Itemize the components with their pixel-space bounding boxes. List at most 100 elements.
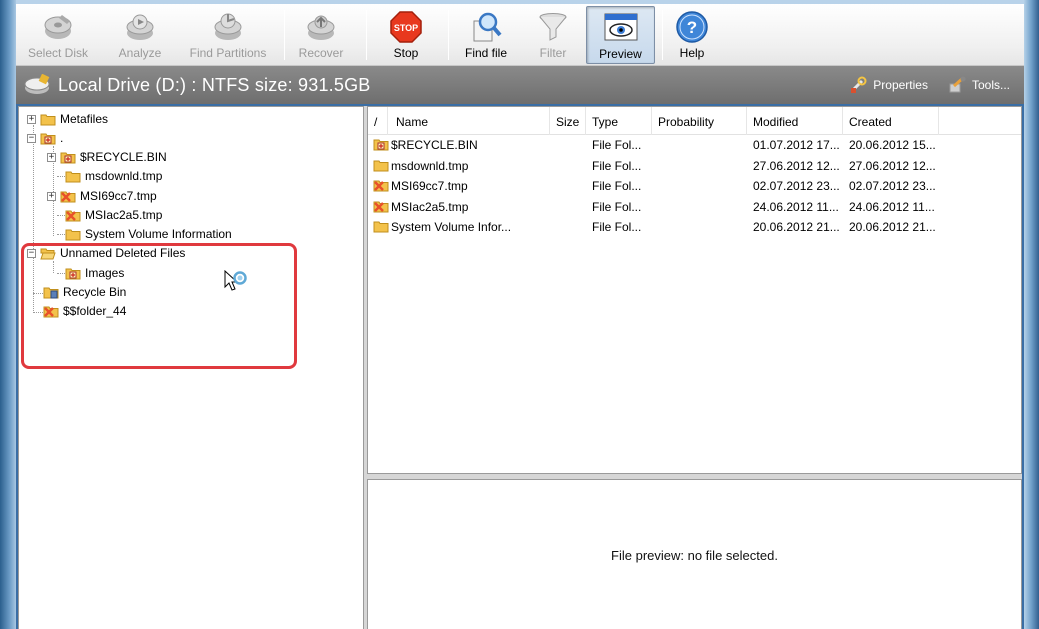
recover-button[interactable]: Recover bbox=[288, 6, 354, 64]
folder-icon bbox=[65, 169, 81, 183]
file-name: $RECYCLE.BIN bbox=[391, 138, 478, 152]
properties-button[interactable]: Properties bbox=[849, 76, 928, 94]
file-created: 20.06.2012 21... bbox=[849, 220, 936, 234]
folder-star-icon bbox=[40, 131, 56, 145]
properties-label: Properties bbox=[873, 78, 928, 92]
disk-icon bbox=[40, 10, 76, 44]
window-frame-left bbox=[0, 0, 16, 629]
toolbar: Select Disk Analyze Find Partitions Reco… bbox=[16, 4, 1024, 66]
toolbar-separator bbox=[366, 10, 367, 60]
column-header-modified[interactable]: Modified bbox=[747, 107, 843, 135]
drive-header: Local Drive (D:) : NTFS size: 931.5GB Pr… bbox=[16, 66, 1024, 104]
window-frame-right bbox=[1024, 0, 1039, 629]
tree-item-recycle-bin-folder[interactable]: + $RECYCLE.BIN bbox=[47, 148, 167, 166]
tree-item-msiac2a5[interactable]: MSIac2a5.tmp bbox=[65, 206, 162, 224]
tools-label: Tools... bbox=[971, 78, 1010, 92]
help-icon: ? bbox=[674, 10, 710, 44]
preview-message: File preview: no file selected. bbox=[611, 548, 778, 563]
help-icon-text: ? bbox=[687, 18, 697, 37]
tree-item-label: MSI69cc7.tmp bbox=[80, 189, 157, 203]
find-file-button[interactable]: Find file bbox=[452, 6, 520, 64]
file-modified: 24.06.2012 11... bbox=[753, 200, 839, 214]
file-modified: 01.07.2012 17... bbox=[753, 138, 840, 152]
file-probability bbox=[658, 156, 746, 176]
preview-label: Preview bbox=[599, 47, 642, 61]
file-type: File Fol... bbox=[592, 159, 642, 173]
file-modified: 02.07.2012 23... bbox=[753, 179, 840, 193]
file-list-header: / Name Size Type Probability Modified Cr… bbox=[368, 107, 1021, 135]
deleted-folder-icon bbox=[373, 178, 389, 198]
file-list-row[interactable]: MSI69cc7.tmp File Fol... 02.07.2012 23..… bbox=[368, 176, 1021, 196]
file-list-row[interactable]: $RECYCLE.BIN File Fol... 01.07.2012 17..… bbox=[368, 135, 1021, 155]
tools-button[interactable]: Tools... bbox=[948, 76, 1010, 94]
file-name: MSI69cc7.tmp bbox=[391, 179, 468, 193]
file-list-row[interactable]: System Volume Infor... File Fol... 20.06… bbox=[368, 217, 1021, 237]
preview-icon bbox=[603, 11, 639, 45]
tree-item-msdownld[interactable]: msdownld.tmp bbox=[65, 167, 162, 185]
toolbar-separator bbox=[284, 10, 285, 60]
select-disk-label: Select Disk bbox=[27, 46, 89, 60]
recover-label: Recover bbox=[298, 46, 344, 60]
file-created: 27.06.2012 12... bbox=[849, 159, 936, 173]
tree-item-label: msdownld.tmp bbox=[85, 169, 163, 183]
file-created: 02.07.2012 23... bbox=[849, 179, 936, 193]
highlight-annotation bbox=[21, 243, 297, 369]
column-header-name[interactable]: Name bbox=[390, 107, 550, 135]
file-list-row[interactable]: MSIac2a5.tmp File Fol... 24.06.2012 11..… bbox=[368, 197, 1021, 217]
column-header-probability[interactable]: Probability bbox=[652, 107, 747, 135]
tree-item-root[interactable]: − . bbox=[27, 129, 63, 147]
deleted-folder-icon bbox=[373, 199, 389, 219]
filter-icon bbox=[535, 10, 571, 44]
find-partitions-button[interactable]: Find Partitions bbox=[184, 6, 272, 64]
file-type: File Fol... bbox=[592, 138, 642, 152]
file-list-row[interactable]: msdownld.tmp File Fol... 27.06.2012 12..… bbox=[368, 156, 1021, 176]
file-size bbox=[554, 176, 584, 196]
file-size bbox=[554, 217, 584, 237]
file-type: File Fol... bbox=[592, 220, 642, 234]
file-size bbox=[554, 197, 584, 217]
folder-star-icon bbox=[60, 150, 76, 164]
tree-item-system-volume-information[interactable]: System Volume Information bbox=[65, 225, 232, 243]
stop-label: Stop bbox=[393, 46, 419, 60]
analyze-label: Analyze bbox=[118, 46, 162, 60]
analyze-button[interactable]: Analyze bbox=[106, 6, 174, 64]
file-probability bbox=[658, 217, 746, 237]
preview-button[interactable]: Preview bbox=[586, 6, 655, 64]
file-list[interactable]: / Name Size Type Probability Modified Cr… bbox=[367, 106, 1022, 474]
select-disk-button[interactable]: Select Disk bbox=[24, 6, 92, 64]
expand-icon[interactable]: + bbox=[47, 191, 56, 201]
file-preview-pane: File preview: no file selected. bbox=[367, 479, 1022, 629]
find-partitions-label: Find Partitions bbox=[189, 46, 267, 60]
tree-item-msi69cc7[interactable]: + MSI69cc7.tmp bbox=[47, 187, 157, 205]
collapse-icon[interactable]: − bbox=[27, 133, 36, 143]
stop-button[interactable]: STOP Stop bbox=[372, 6, 440, 64]
file-created: 24.06.2012 11... bbox=[849, 200, 935, 214]
expand-icon[interactable]: + bbox=[47, 152, 56, 162]
sort-indicator[interactable]: / bbox=[368, 107, 388, 135]
folder-icon bbox=[373, 158, 389, 178]
filter-button[interactable]: Filter bbox=[520, 6, 586, 64]
partitions-icon bbox=[210, 10, 246, 44]
deleted-folder-icon bbox=[65, 208, 81, 222]
find-file-label: Find file bbox=[464, 46, 508, 60]
toolbar-separator bbox=[662, 10, 663, 60]
column-header-created[interactable]: Created bbox=[843, 107, 939, 135]
help-button[interactable]: ? Help bbox=[666, 6, 718, 64]
column-header-size[interactable]: Size bbox=[550, 107, 586, 135]
folder-icon bbox=[40, 112, 56, 126]
stop-icon: STOP bbox=[388, 10, 424, 44]
tree-item-label: Metafiles bbox=[60, 112, 109, 126]
file-probability bbox=[658, 197, 746, 217]
mouse-cursor-icon bbox=[224, 269, 254, 303]
properties-icon bbox=[849, 76, 867, 94]
tree-item-label: . bbox=[60, 131, 64, 145]
analyze-icon bbox=[122, 10, 158, 44]
column-header-type[interactable]: Type bbox=[586, 107, 652, 135]
file-probability bbox=[658, 176, 746, 196]
toolbar-separator bbox=[448, 10, 449, 60]
tree-item-metafiles[interactable]: + Metafiles bbox=[27, 110, 108, 128]
expand-icon[interactable]: + bbox=[27, 114, 36, 124]
file-name: System Volume Infor... bbox=[391, 220, 512, 234]
file-created: 20.06.2012 15... bbox=[849, 138, 936, 152]
deleted-folder-icon bbox=[60, 189, 76, 203]
